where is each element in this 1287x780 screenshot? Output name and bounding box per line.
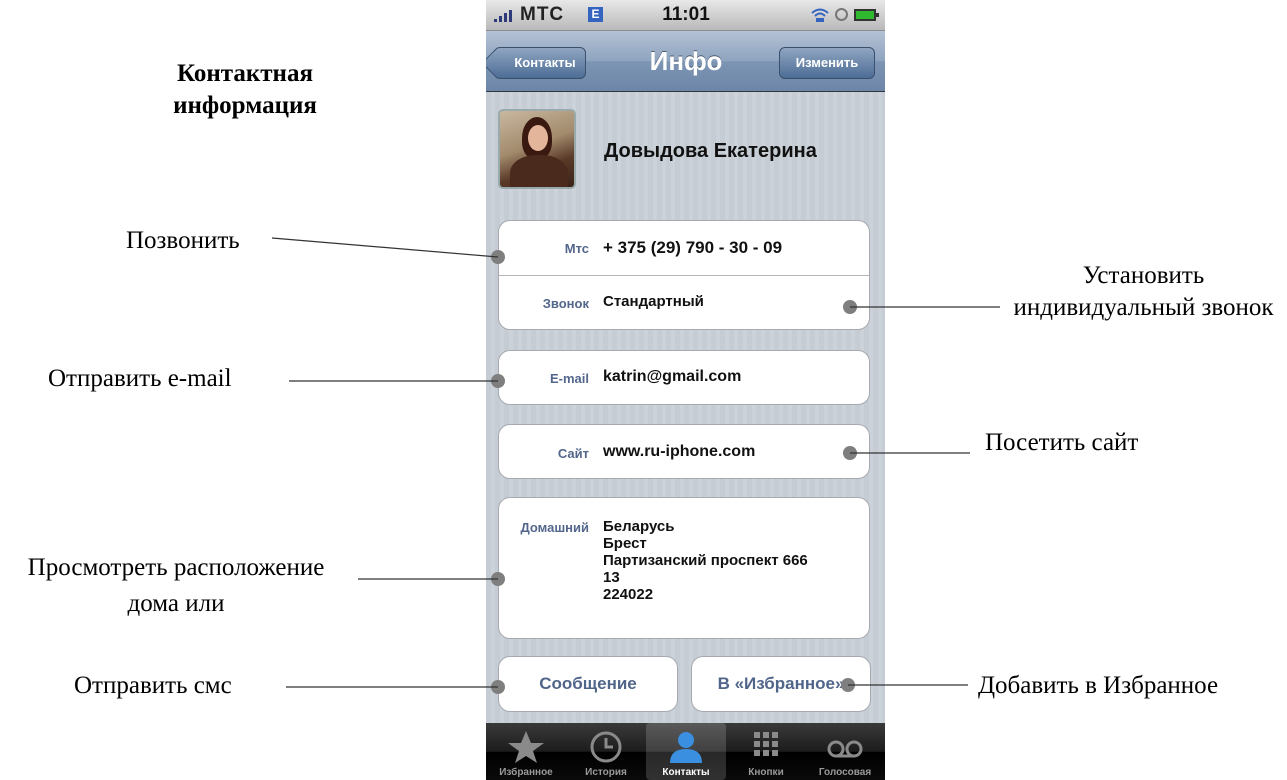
contact-photo[interactable] bbox=[498, 109, 576, 189]
address-city: Брест bbox=[603, 535, 647, 552]
tab-favorites-label: Избранное bbox=[499, 767, 553, 778]
page-title: Контактная информация bbox=[173, 60, 317, 119]
voicemail-icon bbox=[827, 740, 863, 758]
website-label: Сайт bbox=[557, 446, 589, 461]
website-card[interactable]: Сайт www.ru-iphone.com bbox=[498, 424, 870, 479]
back-button[interactable]: Контакты bbox=[494, 47, 586, 79]
nav-title: Инфо bbox=[649, 46, 723, 76]
marker-site bbox=[843, 446, 857, 460]
tab-keypad-label: Кнопки bbox=[748, 767, 784, 778]
marker-map bbox=[491, 572, 505, 586]
ringtone-row[interactable]: Звонок Стандартный bbox=[499, 276, 869, 330]
ringtone-label: Звонок bbox=[542, 296, 589, 311]
phone-row[interactable]: Мтс + 375 (29) 790 - 30 - 09 bbox=[499, 221, 869, 275]
person-icon bbox=[670, 732, 702, 763]
status-bar: МТС E 11:01 bbox=[486, 0, 885, 31]
back-button-label: Контакты bbox=[514, 55, 576, 70]
email-value: katrin@gmail.com bbox=[603, 368, 742, 385]
tab-voicemail[interactable]: Голосовая bbox=[805, 723, 885, 780]
send-message-button[interactable]: Сообщение bbox=[498, 656, 678, 712]
network-type: E bbox=[588, 7, 603, 22]
website-value: www.ru-iphone.com bbox=[603, 443, 756, 460]
annotation-email: Отправить e-mail bbox=[48, 365, 232, 392]
phone-screen: МТС E 11:01 Контакты Инфо Изменить Довыд… bbox=[486, 0, 885, 780]
status-time: 11:01 bbox=[662, 4, 710, 25]
contact-name: Довыдова Екатерина bbox=[604, 140, 817, 162]
address-street: Партизанский проспект 666 bbox=[603, 552, 808, 569]
carrier-name: МТС bbox=[520, 4, 565, 25]
marker-ringtone bbox=[843, 300, 857, 314]
annotation-favorite: Добавить в Избранное bbox=[978, 672, 1219, 699]
annotation-sms: Отправить смс bbox=[74, 672, 232, 699]
wifi-icon bbox=[811, 8, 829, 22]
leader-call bbox=[271, 237, 499, 258]
address-postcode: 224022 bbox=[603, 586, 654, 603]
address-card[interactable]: Домашний Беларусь Брест Партизанский про… bbox=[498, 497, 870, 639]
tab-history[interactable]: История bbox=[566, 723, 646, 780]
marker-call bbox=[491, 250, 505, 264]
phone-label: Мтс bbox=[564, 241, 589, 256]
address-country: Беларусь bbox=[603, 518, 675, 535]
tab-bar: Избранное История Контакты Кнопки Голосо… bbox=[486, 723, 885, 780]
address-label: Домашний bbox=[520, 520, 589, 535]
signal-icon bbox=[494, 8, 516, 22]
tab-history-label: История bbox=[585, 767, 627, 778]
annotation-call: Позвонить bbox=[126, 227, 240, 254]
address-apartment: 13 bbox=[603, 569, 620, 586]
annotation-ringtone: Установить индивидуальный звонок bbox=[1013, 262, 1274, 321]
tab-contacts-label: Контакты bbox=[662, 767, 710, 778]
tab-contacts[interactable]: Контакты bbox=[646, 723, 726, 780]
phone-number: + 375 (29) 790 - 30 - 09 bbox=[603, 238, 783, 257]
battery-icon bbox=[854, 9, 879, 21]
keypad-icon bbox=[754, 732, 778, 756]
tab-favorites[interactable]: Избранное bbox=[486, 723, 566, 780]
email-card[interactable]: E-mail katrin@gmail.com bbox=[498, 350, 870, 405]
annotation-site: Посетить сайт bbox=[985, 429, 1139, 456]
email-label: E-mail bbox=[549, 371, 589, 386]
phone-ringtone-card: Мтс + 375 (29) 790 - 30 - 09 Звонок Стан… bbox=[498, 220, 870, 330]
clock-icon bbox=[590, 731, 622, 763]
navigation-bar: Контакты Инфо Изменить bbox=[486, 31, 885, 92]
tab-keypad[interactable]: Кнопки bbox=[726, 723, 806, 780]
star-icon bbox=[508, 731, 544, 763]
tab-voicemail-label: Голосовая bbox=[818, 767, 872, 778]
annotation-map: Просмотреть расположение дома или bbox=[27, 554, 325, 617]
ringtone-value: Стандартный bbox=[603, 293, 704, 310]
address-value: Беларусь Брест Партизанский проспект 666… bbox=[603, 518, 808, 603]
edit-button[interactable]: Изменить bbox=[779, 47, 875, 79]
marker-favorite bbox=[841, 678, 855, 692]
marker-sms bbox=[491, 680, 505, 694]
marker-email bbox=[491, 374, 505, 388]
alarm-icon bbox=[835, 8, 848, 21]
